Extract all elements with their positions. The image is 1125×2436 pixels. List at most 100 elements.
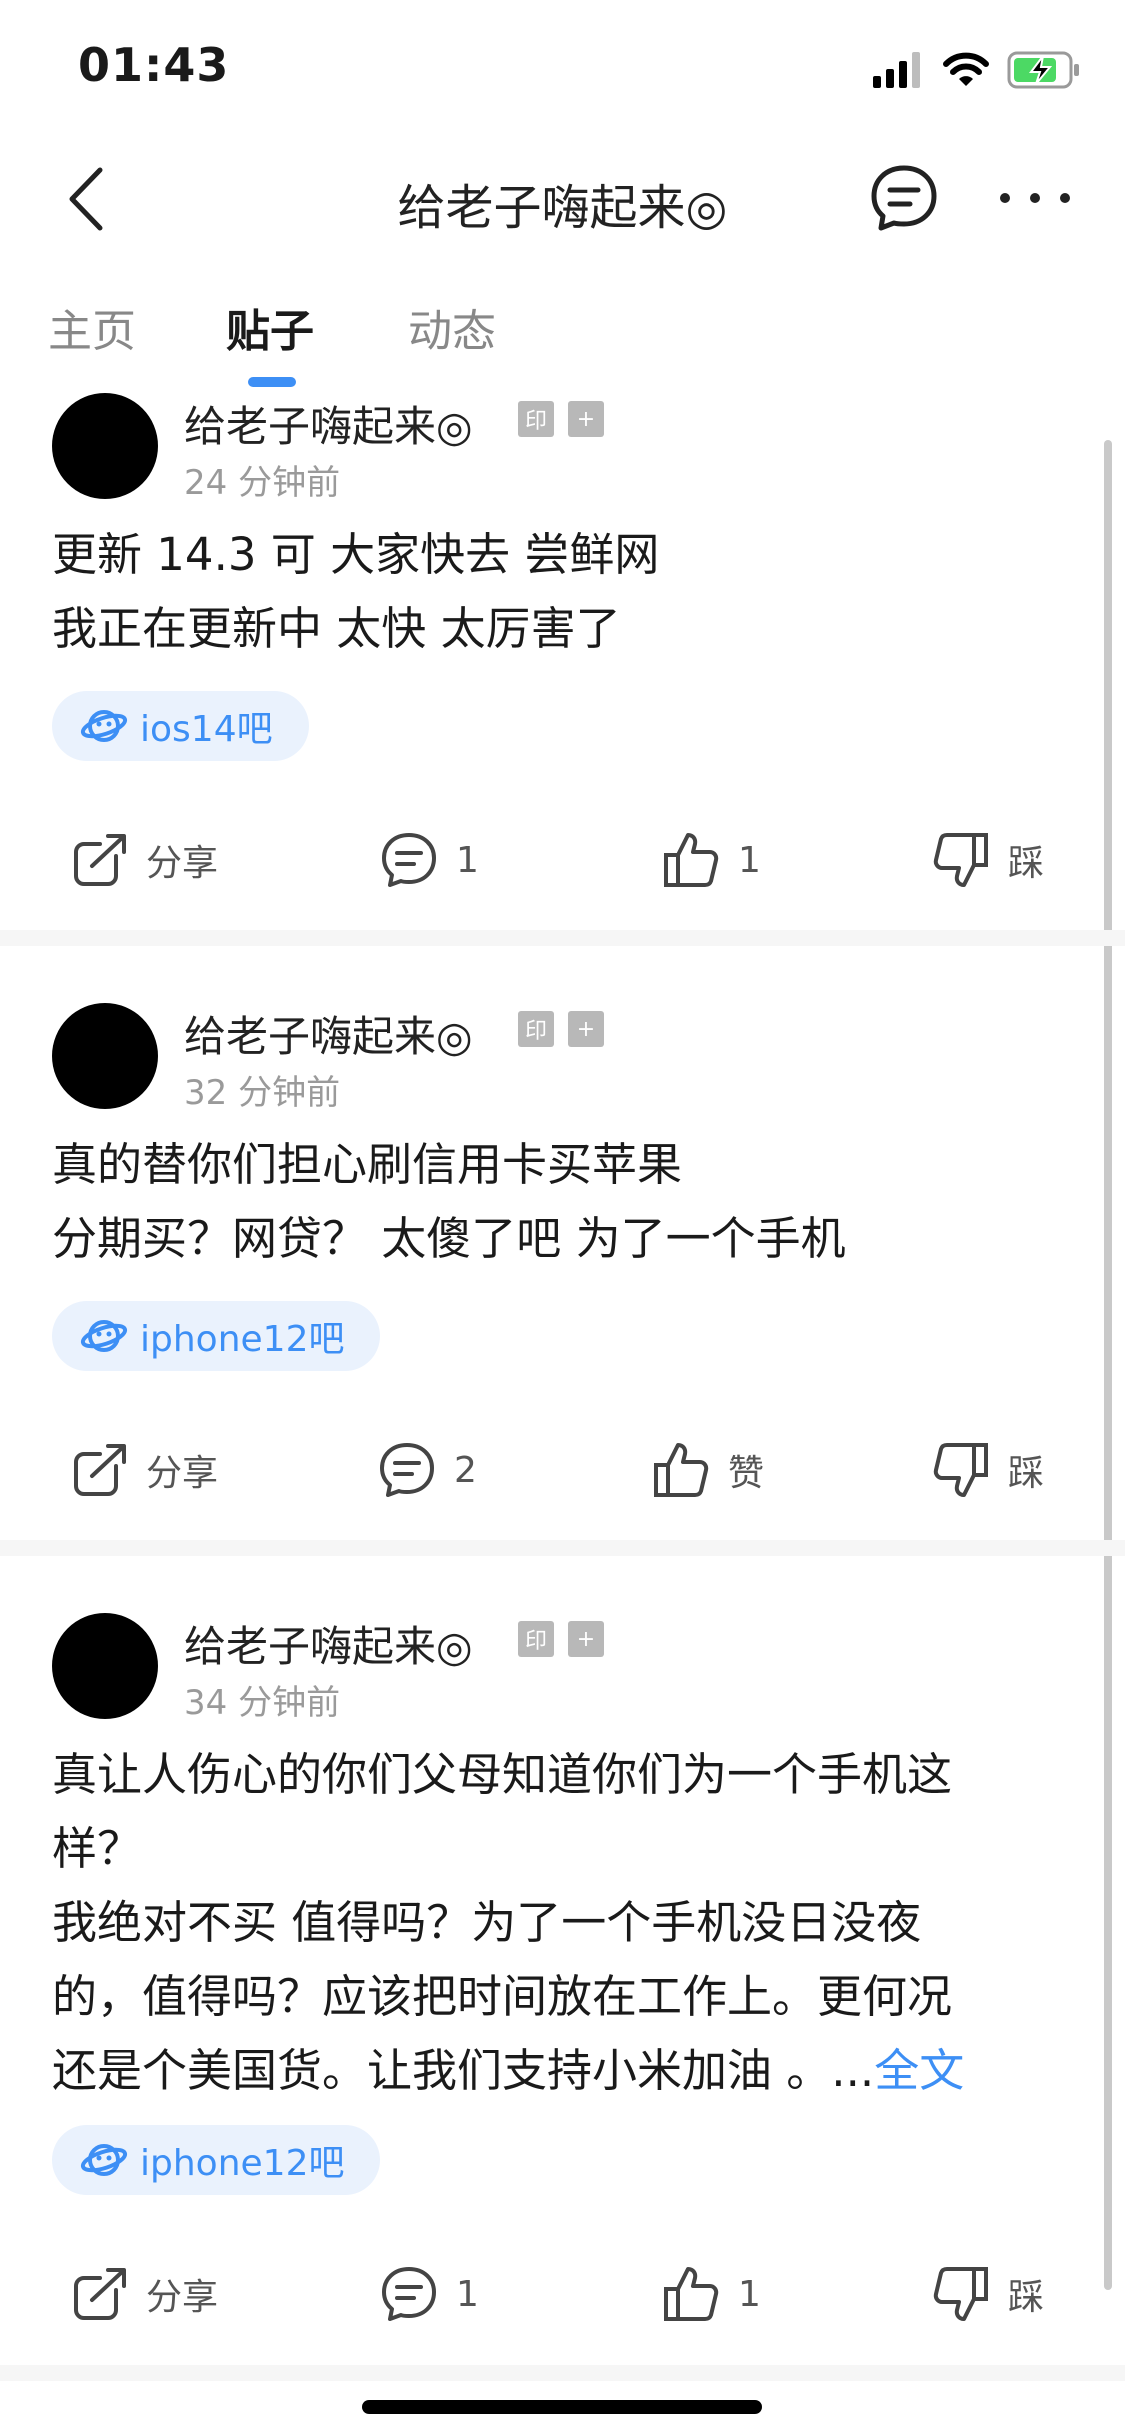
tab-home[interactable]: 主页 (48, 295, 136, 359)
post-actions: 分享 1 1 踩 (0, 2259, 1125, 2329)
post-text-line-last: 还是个美国货。让我们支持小米加油 。...全文 (52, 2034, 1052, 2108)
forum-tag[interactable]: ios14吧 (52, 691, 309, 761)
battery-charging-icon (1007, 51, 1079, 89)
dislike-button[interactable]: 踩 (932, 1435, 1044, 1505)
post-divider (0, 2365, 1125, 2381)
dislike-label: 踩 (1008, 2277, 1045, 2318)
post-actions: 分享 1 1 踩 (0, 825, 1125, 895)
wifi-icon (943, 52, 989, 86)
planet-icon (80, 710, 128, 742)
more-options-button[interactable] (995, 170, 1075, 226)
comment-button[interactable]: 1 (380, 2259, 479, 2329)
full-text-link[interactable]: 全文 (874, 2044, 964, 2097)
more-dots-icon (1000, 193, 1070, 203)
comment-count: 2 (454, 1449, 477, 1491)
plus-badge: + (568, 1621, 604, 1657)
profile-tabs: 主页 贴子 动态 (0, 285, 1125, 387)
forum-tag[interactable]: iphone12吧 (52, 1301, 381, 1371)
like-button[interactable]: 赞 (652, 1435, 764, 1505)
comment-count: 1 (456, 839, 479, 881)
status-icons (873, 48, 1081, 92)
post-text-line: 我正在更新中 太快 太厉害了 (52, 602, 621, 655)
post-content[interactable]: 更新 14.3 可 大家快去 尝鲜网 我正在更新中 太快 太厉害了 (52, 518, 1052, 666)
forum-tag-label: iphone12吧 (140, 1319, 345, 1360)
comment-icon (382, 833, 436, 887)
share-icon (74, 2268, 126, 2320)
comment-count: 1 (456, 2273, 479, 2315)
like-label: 赞 (728, 1453, 765, 1494)
post-content[interactable]: 真让人伤心的你们父母知道你们为一个手机这 样？ 我绝对不买 值得吗？为了一个手机… (52, 1738, 1052, 2108)
post-username[interactable]: 给老子嗨起来◎ (184, 1003, 473, 1064)
share-label: 分享 (146, 843, 219, 884)
post-text-line: 的，值得吗？应该把时间放在工作上。更何况 (52, 1970, 953, 2023)
share-label: 分享 (146, 1453, 219, 1494)
tab-posts[interactable]: 贴子 (226, 295, 314, 359)
nav-bar: 给老子嗨起来◎ (0, 140, 1125, 255)
post-time: 24 分钟前 (184, 463, 341, 503)
post-username[interactable]: 给老子嗨起来◎ (184, 1613, 473, 1674)
post-text-line: 样？ (52, 1822, 143, 1875)
forum-tag-label: iphone12吧 (140, 2143, 345, 2184)
thumbs-down-icon (933, 2267, 988, 2321)
share-button[interactable]: 分享 (72, 825, 218, 895)
post-text-line: 更新 14.3 可 大家快去 尝鲜网 (52, 528, 660, 581)
forum-tag-label: ios14吧 (140, 709, 273, 750)
thumbs-up-icon (664, 833, 719, 887)
dislike-label: 踩 (1008, 843, 1045, 884)
post-actions: 分享 2 赞 踩 (0, 1435, 1125, 1505)
share-button[interactable]: 分享 (72, 2259, 218, 2329)
share-icon (74, 834, 126, 886)
chat-bubble-icon (871, 165, 937, 231)
home-indicator[interactable] (362, 2400, 762, 2414)
planet-icon (80, 2144, 128, 2176)
post-divider (0, 1540, 1125, 1556)
post-text-line: 我绝对不买 值得吗？为了一个手机没日没夜 (52, 1896, 922, 1949)
post-text-tail: 还是个美国货。让我们支持小米加油 。... (52, 2044, 875, 2097)
thumbs-down-icon (933, 1443, 988, 1497)
share-button[interactable]: 分享 (72, 1435, 218, 1505)
post-text-line: 真的替你们担心刷信用卡买苹果 (52, 1138, 683, 1191)
seal-badge: 印 (518, 401, 554, 437)
post-text-line: 真让人伤心的你们父母知道你们为一个手机这 (52, 1748, 953, 1801)
post-card[interactable]: 给老子嗨起来◎ 印 + 34 分钟前 真让人伤心的你们父母知道你们为一个手机这 … (0, 1605, 1125, 2365)
post-time: 34 分钟前 (184, 1683, 341, 1723)
status-bar: 01:43 (0, 0, 1125, 130)
post-card[interactable]: 给老子嗨起来◎ 印 + 32 分钟前 真的替你们担心刷信用卡买苹果 分期买？网贷… (0, 995, 1125, 1540)
avatar[interactable] (52, 1613, 158, 1719)
comment-button[interactable]: 1 (380, 825, 479, 895)
post-text-line: 分期买？网贷？ 太傻了吧 为了一个手机 (52, 1212, 846, 1265)
comment-icon (382, 2267, 436, 2321)
share-label: 分享 (146, 2277, 219, 2318)
post-username[interactable]: 给老子嗨起来◎ (184, 393, 473, 454)
message-button[interactable] (868, 162, 940, 234)
thumbs-down-icon (933, 833, 988, 887)
planet-icon (80, 1320, 128, 1352)
comment-icon (380, 1443, 434, 1497)
seal-badge: 印 (518, 1621, 554, 1657)
tab-activity[interactable]: 动态 (408, 295, 496, 359)
like-count: 1 (738, 2273, 761, 2315)
comment-button[interactable]: 2 (378, 1435, 477, 1505)
dislike-button[interactable]: 踩 (932, 825, 1044, 895)
plus-badge: + (568, 401, 604, 437)
post-divider (0, 930, 1125, 946)
avatar[interactable] (52, 393, 158, 499)
post-card[interactable]: 给老子嗨起来◎ 印 + 24 分钟前 更新 14.3 可 大家快去 尝鲜网 我正… (0, 385, 1125, 930)
like-button[interactable]: 1 (662, 825, 761, 895)
cellular-signal-icon (873, 52, 920, 88)
plus-badge: + (568, 1011, 604, 1047)
thumbs-up-icon (654, 1443, 709, 1497)
avatar[interactable] (52, 1003, 158, 1109)
page-title: 给老子嗨起来◎ (397, 180, 728, 236)
dislike-label: 踩 (1008, 1453, 1045, 1494)
share-icon (74, 1444, 126, 1496)
seal-badge: 印 (518, 1011, 554, 1047)
thumbs-up-icon (664, 2267, 719, 2321)
like-count: 1 (738, 839, 761, 881)
like-button[interactable]: 1 (662, 2259, 761, 2329)
forum-tag[interactable]: iphone12吧 (52, 2125, 381, 2195)
post-content[interactable]: 真的替你们担心刷信用卡买苹果 分期买？网贷？ 太傻了吧 为了一个手机 (52, 1128, 1052, 1276)
status-time: 01:43 (78, 38, 230, 92)
dislike-button[interactable]: 踩 (932, 2259, 1044, 2329)
post-time: 32 分钟前 (184, 1073, 341, 1113)
